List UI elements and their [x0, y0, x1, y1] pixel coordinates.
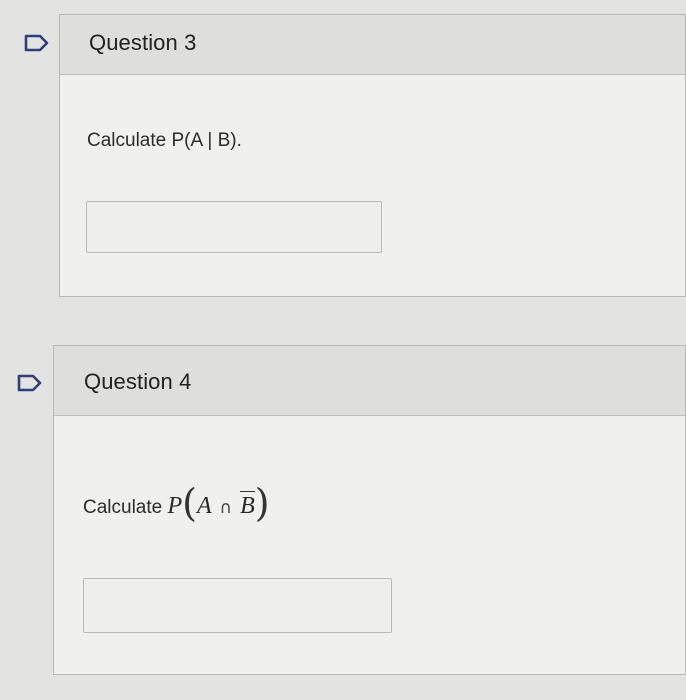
- math-a: A: [197, 493, 212, 519]
- math-open-paren: (: [182, 481, 197, 525]
- question-4-prompt: Calculate P(A ∩ B): [83, 478, 270, 525]
- flag-question-4-button[interactable]: [17, 374, 43, 392]
- math-intersection: ∩: [219, 498, 233, 518]
- flag-question-3-button[interactable]: [24, 34, 50, 52]
- flag-outline-icon: [24, 34, 49, 52]
- question-4-card: Question 4 Calculate P(A ∩ B): [53, 345, 686, 675]
- question-4-math-expression: P(A ∩ B): [167, 481, 270, 525]
- question-4-answer-input[interactable]: [83, 578, 392, 633]
- question-3-header: Question 3: [60, 15, 685, 75]
- question-3-card: Question 3 Calculate P(A | B).: [59, 14, 686, 297]
- question-3-prompt: Calculate P(A | B).: [87, 130, 242, 151]
- question-3-answer-input[interactable]: [86, 201, 382, 253]
- question-4-prompt-lead: Calculate: [83, 497, 163, 518]
- math-p: P: [167, 493, 183, 519]
- math-b-complement: B: [240, 491, 255, 519]
- question-3-title: Question 3: [89, 30, 197, 55]
- flag-outline-icon: [17, 374, 42, 392]
- math-close-paren: ): [254, 481, 270, 525]
- question-4-header: Question 4: [54, 346, 685, 416]
- question-4-title: Question 4: [84, 369, 192, 394]
